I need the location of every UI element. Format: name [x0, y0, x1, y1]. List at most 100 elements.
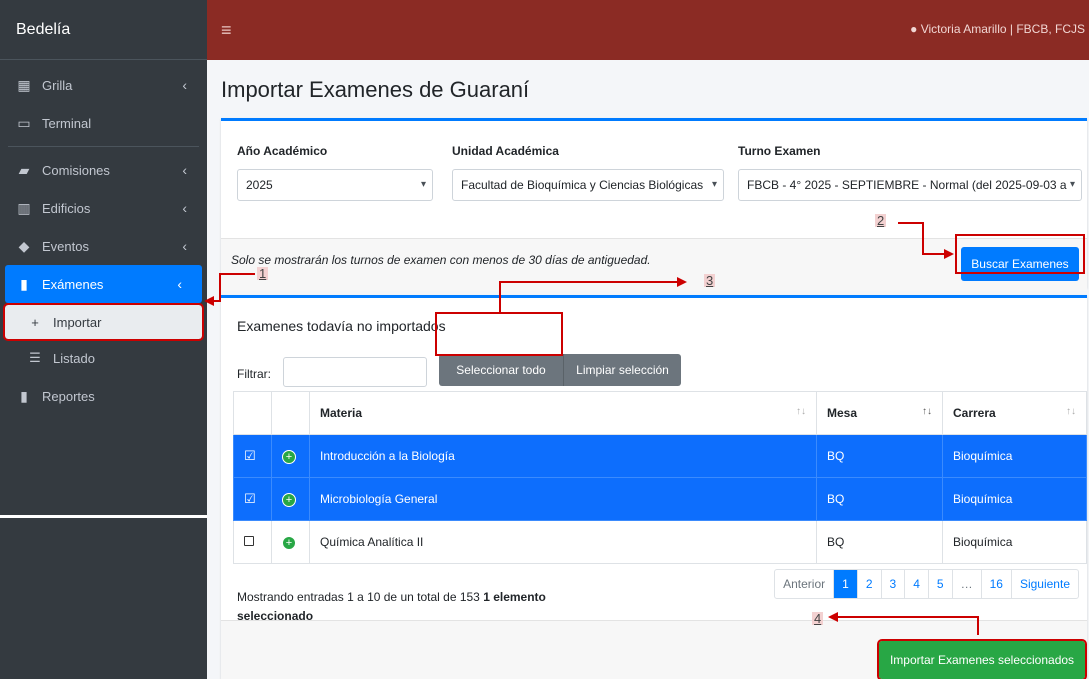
- unidad-select[interactable]: Facultad de Bioquímica y Ciencias Biológ…: [452, 169, 724, 201]
- row-checkbox[interactable]: ☑: [233, 434, 272, 478]
- brand-title[interactable]: Bedelía: [0, 0, 207, 60]
- monitor-icon: ▭: [17, 114, 31, 131]
- cell-materia: Química Analítica II: [309, 520, 817, 564]
- filter-label: Filtrar:: [237, 367, 271, 381]
- page-4[interactable]: 4: [904, 570, 928, 598]
- user-menu[interactable]: ● Victoria Amarillo | FBCB, FCJS: [910, 22, 1085, 36]
- select-all-button[interactable]: Seleccionar todo: [439, 354, 563, 386]
- exams-card-footer: Importar Examenes seleccionados: [221, 620, 1087, 679]
- unidad-value: Facultad de Bioquímica y Ciencias Biológ…: [461, 178, 704, 192]
- header-carrera[interactable]: Carrera ↑↓: [942, 391, 1087, 435]
- sidebar-bottom: [0, 515, 207, 679]
- sidebar-item-listado[interactable]: ☰ Listado: [5, 341, 202, 375]
- annotation-line: [922, 222, 924, 254]
- page-16[interactable]: 16: [980, 570, 1011, 598]
- plus-circle-icon: +: [282, 535, 296, 550]
- header-mesa[interactable]: Mesa ↑↓: [816, 391, 943, 435]
- row-expand[interactable]: +: [271, 477, 310, 521]
- sidebar-item-label: Exámenes: [42, 276, 104, 292]
- sidebar-item-importar[interactable]: + Importar: [3, 303, 204, 341]
- cell-mesa: BQ: [816, 434, 943, 478]
- file-icon: ▮: [20, 275, 28, 292]
- exams-card: Examenes todavía no importados Filtrar: …: [221, 295, 1087, 679]
- cell-materia: Introducción a la Biología: [309, 434, 817, 478]
- chevron-left-icon: ‹: [182, 162, 187, 178]
- page-ellipsis: …: [951, 570, 981, 598]
- exams-table: Materia ↑↓ Mesa ↑↓ Carrera ↑↓ ☑ + Introducc…: [233, 391, 1087, 564]
- row-checkbox[interactable]: [233, 520, 272, 564]
- anio-value: 2025: [246, 178, 273, 192]
- header-materia[interactable]: Materia ↑↓: [309, 391, 817, 435]
- main-content: Importar Examenes de Guaraní Año Académi…: [207, 60, 1089, 679]
- sidebar-item-label: Grilla: [42, 77, 73, 93]
- user-name: Victoria Amarillo | FBCB, FCJS: [920, 22, 1085, 36]
- table-row[interactable]: ☑ + Introducción a la Biología BQ Bioquí…: [233, 434, 1087, 478]
- checkbox-icon: [244, 536, 254, 546]
- annotation-line: [922, 253, 946, 255]
- annotation-box: [955, 234, 1085, 274]
- entries-info: Mostrando entradas 1 a 10 de un total de…: [237, 590, 480, 604]
- chevron-left-icon: ‹: [182, 77, 187, 93]
- sidebar-item-edificios[interactable]: ▥ Edificios ‹: [0, 189, 207, 227]
- sort-asc-icon: ↑↓: [922, 406, 932, 417]
- annotation-number-1: 1: [257, 266, 269, 281]
- turno-select[interactable]: FBCB - 4° 2025 - SEPTIEMBRE - Normal (de…: [738, 169, 1082, 201]
- row-checkbox[interactable]: ☑: [233, 477, 272, 521]
- cell-mesa: BQ: [816, 520, 943, 564]
- annotation-number-4: 4: [812, 611, 824, 626]
- annotation-line: [219, 273, 221, 300]
- sidebar-item-label: Reportes: [42, 388, 95, 404]
- row-expand[interactable]: +: [271, 434, 310, 478]
- turno-value: FBCB - 4° 2025 - SEPTIEMBRE - Normal (de…: [747, 178, 1067, 192]
- anio-label: Año Académico: [237, 144, 328, 158]
- sidebar-item-label: Comisiones: [42, 162, 110, 178]
- page-1[interactable]: 1: [833, 570, 857, 598]
- sidebar-item-label: Listado: [53, 350, 95, 366]
- clear-selection-button[interactable]: Limpiar selección: [563, 354, 681, 386]
- page-5[interactable]: 5: [927, 570, 952, 598]
- header-expand-column: [271, 391, 310, 435]
- page-2[interactable]: 2: [856, 570, 881, 598]
- filter-input[interactable]: [283, 357, 427, 387]
- column-label: Materia: [320, 406, 363, 420]
- import-selected-button[interactable]: Importar Examenes seleccionados: [877, 639, 1087, 679]
- annotation-arrow: [944, 249, 954, 259]
- menu-icon[interactable]: ≡: [221, 20, 232, 41]
- card-title: Examenes todavía no importados: [237, 318, 446, 334]
- annotation-number-2: 2: [875, 213, 887, 228]
- cell-carrera: Bioquímica: [942, 477, 1087, 521]
- row-expand[interactable]: +: [271, 520, 310, 564]
- turno-label: Turno Examen: [738, 144, 821, 158]
- annotation-line: [898, 222, 924, 224]
- sidebar-item-eventos[interactable]: ◆ Eventos ‹: [0, 227, 207, 265]
- sidebar-item-examenes[interactable]: ▮ Exámenes ‹: [5, 265, 202, 303]
- sidebar-item-reportes[interactable]: ▮ Reportes: [0, 377, 207, 415]
- anio-select[interactable]: 2025 ▾: [237, 169, 433, 201]
- annotation-line: [977, 616, 979, 635]
- chevron-down-icon: ▾: [711, 179, 717, 190]
- page-3[interactable]: 3: [880, 570, 905, 598]
- table-row[interactable]: + Química Analítica II BQ Bioquímica: [233, 520, 1087, 564]
- sidebar-item-label: Edificios: [42, 200, 91, 216]
- annotation-line: [836, 616, 979, 618]
- user-icon: ●: [910, 22, 918, 36]
- sidebar-item-terminal[interactable]: ▭ Terminal: [0, 104, 207, 142]
- chevron-left-icon: ‹: [182, 238, 187, 254]
- header-checkbox-column: [233, 391, 272, 435]
- divider: [8, 146, 199, 147]
- checked-icon: ☑: [244, 491, 256, 506]
- building-icon: ▥: [17, 199, 31, 216]
- annotation-line: [499, 281, 501, 313]
- folder-icon: ▰: [18, 161, 30, 178]
- table-row[interactable]: ☑ + Microbiología General BQ Bioquímica: [233, 477, 1087, 521]
- chevron-down-icon: ‹: [177, 276, 182, 292]
- sidebar-item-grilla[interactable]: ▦ Grilla ‹: [0, 66, 207, 104]
- sidebar-item-label: Importar: [53, 314, 102, 330]
- pagination-previous[interactable]: Anterior: [775, 570, 833, 598]
- chevron-left-icon: ‹: [182, 200, 187, 216]
- pagination-next[interactable]: Siguiente: [1010, 570, 1078, 598]
- sidebar-item-comisiones[interactable]: ▰ Comisiones ‹: [0, 151, 207, 189]
- sort-icon: ↑↓: [1066, 406, 1076, 417]
- annotation-line: [499, 281, 679, 283]
- page-title: Importar Examenes de Guaraní: [221, 77, 530, 102]
